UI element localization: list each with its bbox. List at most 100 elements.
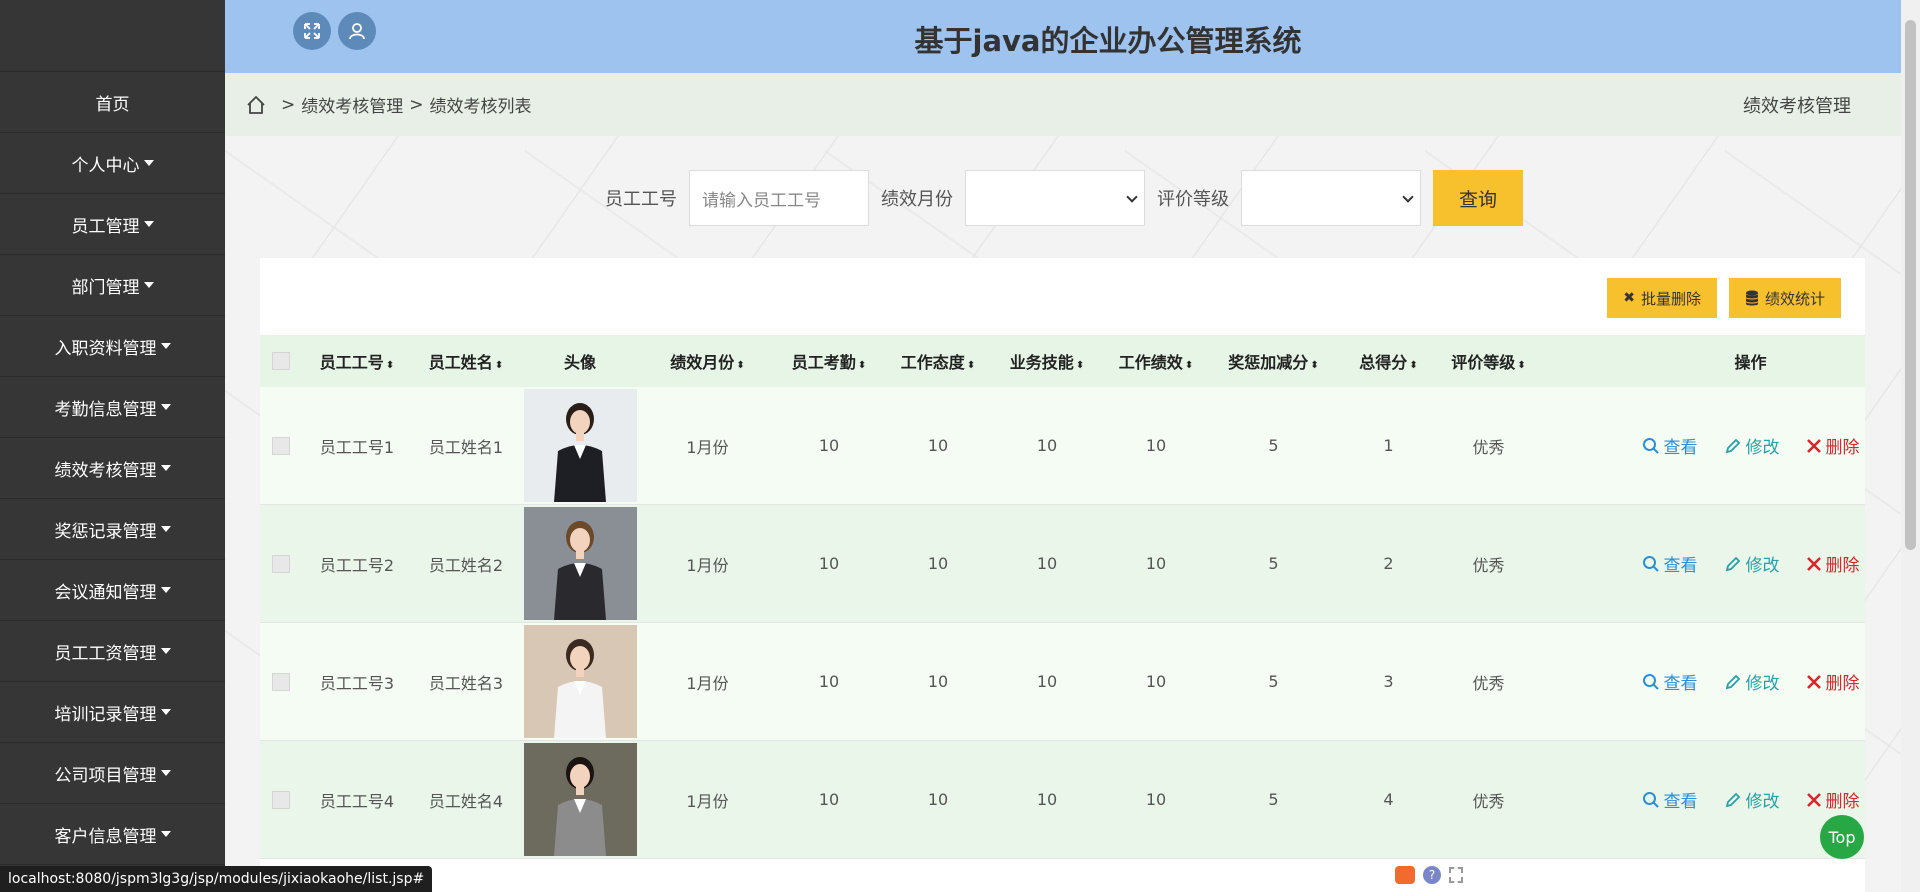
column-header[interactable]: 业务技能 ⬍ <box>993 349 1101 373</box>
sidebar-item-label: 考勤信息管理 <box>54 399 157 420</box>
column-header[interactable]: 员工姓名 ⬍ <box>412 349 520 373</box>
stats-label: 绩效统计 <box>1764 289 1825 308</box>
delete-label: 删除 <box>1825 438 1860 458</box>
sidebar-item[interactable]: 公司项目管理 <box>0 743 225 804</box>
performance-table: 员工工号 ⬍ 员工姓名 ⬍ 头像 绩效月份 ⬍ 员工考勤 ⬍ 工作态度 ⬍ 业务技能 ⬍ 工作绩效 ⬍ 奖惩加… <box>260 335 1865 859</box>
sort-icon[interactable]: ⬍ <box>1076 360 1084 371</box>
view-label: 查看 <box>1663 792 1698 812</box>
row-checkbox[interactable] <box>272 554 290 573</box>
stats-button[interactable]: 绩效统计 <box>1728 278 1841 318</box>
home-icon[interactable] <box>245 94 267 116</box>
view-label: 查看 <box>1663 556 1698 576</box>
sidebar-item[interactable]: 奖惩记录管理 <box>0 499 225 560</box>
sidebar-item[interactable]: 绩效考核管理 <box>0 438 225 499</box>
help-icon[interactable]: ? <box>1423 866 1441 884</box>
sidebar-item[interactable]: 部门管理 <box>0 255 225 316</box>
column-header-label: 头像 <box>563 353 596 372</box>
sort-icon[interactable]: ⬍ <box>1517 360 1525 371</box>
sort-icon[interactable]: ⬍ <box>495 360 503 371</box>
delete-button[interactable]: 删除 <box>1806 669 1860 694</box>
column-header[interactable]: 工作绩效 ⬍ <box>1101 349 1211 373</box>
search-icon <box>1642 791 1659 808</box>
sidebar-logo-area <box>0 0 225 72</box>
column-header[interactable]: 评价等级 ⬍ <box>1441 349 1536 373</box>
view-button[interactable]: 查看 <box>1642 433 1698 458</box>
cell-name: 员工姓名2 <box>428 555 504 575</box>
cell-total: 2 <box>1383 554 1394 573</box>
sidebar-item[interactable]: 客户信息管理 <box>0 804 225 865</box>
select-all-checkbox[interactable] <box>272 352 290 370</box>
page-scrollbar[interactable] <box>1901 0 1920 892</box>
column-header[interactable]: 员工考勤 ⬍ <box>775 349 883 373</box>
column-header-label: 员工姓名 <box>428 353 493 372</box>
sidebar-item[interactable]: 入职资料管理 <box>0 316 225 377</box>
section-title: 绩效考核管理 <box>1743 95 1851 117</box>
grade-select[interactable] <box>1241 170 1421 226</box>
close-icon <box>1806 792 1821 807</box>
cell-name: 员工姓名3 <box>428 673 504 693</box>
sidebar-item-label: 部门管理 <box>71 277 140 298</box>
row-checkbox[interactable] <box>272 436 290 455</box>
pencil-icon <box>1725 674 1740 689</box>
delete-label: 删除 <box>1825 792 1860 812</box>
sidebar-item[interactable]: 员工管理 <box>0 194 225 255</box>
row-checkbox[interactable] <box>272 790 290 809</box>
sidebar-item[interactable]: 培训记录管理 <box>0 682 225 743</box>
caret-down-icon <box>160 648 171 654</box>
edit-button[interactable]: 修改 <box>1724 551 1780 576</box>
delete-button[interactable]: 删除 <box>1806 551 1860 576</box>
view-button[interactable]: 查看 <box>1642 669 1698 694</box>
edit-button[interactable]: 修改 <box>1724 787 1780 812</box>
pencil-icon <box>1725 792 1740 807</box>
column-header[interactable]: 员工工号 ⬍ <box>302 349 412 373</box>
cell-emp-no: 员工工号2 <box>319 555 395 575</box>
column-header[interactable]: 绩效月份 ⬍ <box>640 349 775 373</box>
view-button[interactable]: 查看 <box>1642 551 1698 576</box>
sort-icon[interactable]: ⬍ <box>967 360 975 371</box>
sort-icon[interactable]: ⬍ <box>858 360 866 371</box>
sort-icon[interactable]: ⬍ <box>1185 360 1193 371</box>
breadcrumb-sep: > <box>281 94 296 115</box>
cell-grade: 优秀 <box>1472 437 1505 457</box>
delete-button[interactable]: 删除 <box>1806 787 1860 812</box>
sort-icon[interactable]: ⬍ <box>386 360 394 371</box>
breadcrumb: > 绩效考核管理 > 绩效考核列表 绩效考核管理 <box>225 73 1901 136</box>
scrollbar-thumb[interactable] <box>1905 20 1916 550</box>
sort-icon[interactable]: ⬍ <box>1310 360 1318 371</box>
column-header[interactable]: 总得分 ⬍ <box>1336 349 1441 373</box>
breadcrumb-level1[interactable]: 绩效考核管理 <box>301 92 403 117</box>
sidebar-item[interactable]: 员工工资管理 <box>0 621 225 682</box>
avatar-cell <box>520 507 640 620</box>
sidebar-item[interactable]: 考勤信息管理 <box>0 377 225 438</box>
sort-icon[interactable]: ⬍ <box>736 360 744 371</box>
back-to-top-button[interactable]: Top <box>1820 815 1864 859</box>
column-header-label: 绩效月份 <box>670 353 735 372</box>
month-select[interactable] <box>965 170 1145 226</box>
edit-button[interactable]: 修改 <box>1724 669 1780 694</box>
row-checkbox[interactable] <box>272 672 290 691</box>
view-button[interactable]: 查看 <box>1642 787 1698 812</box>
cell-grade: 优秀 <box>1472 791 1505 811</box>
cell-name: 员工姓名4 <box>428 791 504 811</box>
column-header-label: 工作绩效 <box>1118 353 1183 372</box>
s-icon[interactable] <box>1395 866 1415 884</box>
column-header[interactable]: 奖惩加减分 ⬍ <box>1211 349 1336 373</box>
delete-button[interactable]: 删除 <box>1806 433 1860 458</box>
cell-bonus: 5 <box>1268 672 1279 691</box>
sidebar-item-label: 首页 <box>95 94 130 115</box>
column-header-label: 业务技能 <box>1009 353 1074 372</box>
sort-icon[interactable]: ⬍ <box>1409 360 1417 371</box>
sidebar-item[interactable]: 首页 <box>0 72 225 133</box>
query-button[interactable]: 查询 <box>1433 170 1523 226</box>
column-header[interactable]: 工作态度 ⬍ <box>883 349 993 373</box>
avatar <box>523 507 637 620</box>
avatar-cell <box>520 625 640 738</box>
sidebar-item[interactable]: 会议通知管理 <box>0 560 225 621</box>
batch-delete-button[interactable]: ✖ 批量删除 <box>1607 278 1717 318</box>
avatar <box>523 389 637 502</box>
sidebar-item[interactable]: 个人中心 <box>0 133 225 194</box>
emp-no-input[interactable]: 请输入员工工号 <box>689 170 869 226</box>
column-header-label: 评价等级 <box>1451 353 1516 372</box>
edit-button[interactable]: 修改 <box>1724 433 1780 458</box>
expand-icon[interactable] <box>1449 867 1463 883</box>
